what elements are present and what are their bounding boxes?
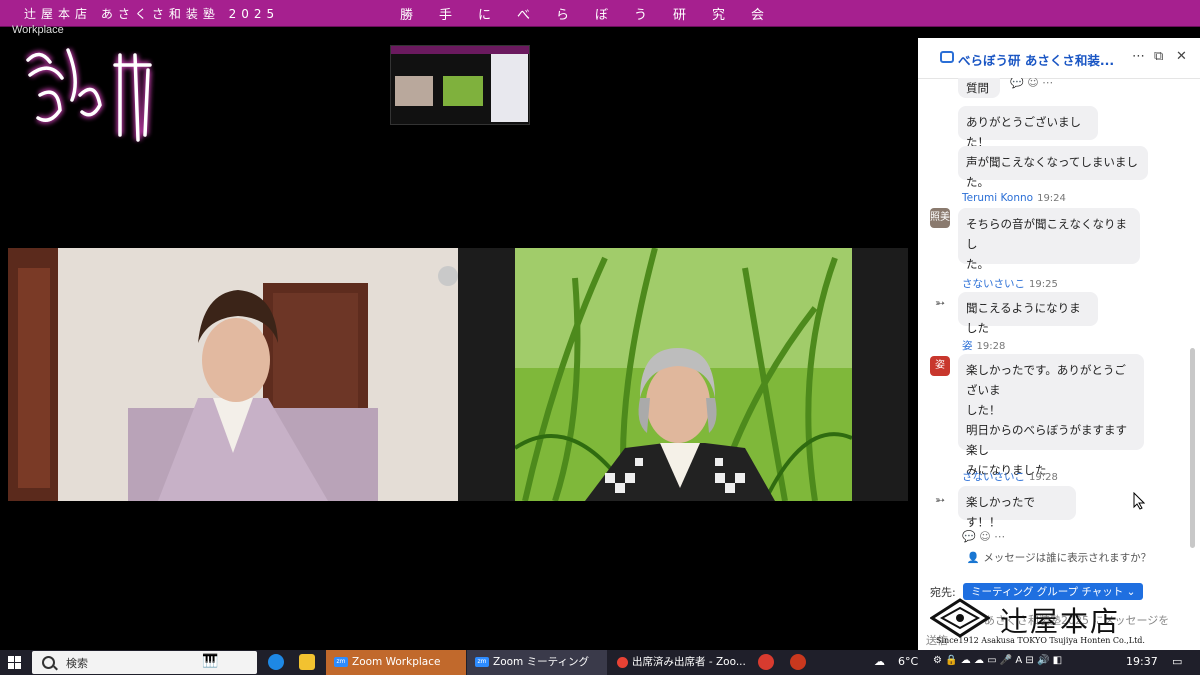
reaction-icons[interactable]: 💬 ☺ ⋯ <box>962 530 1005 543</box>
edge-icon[interactable] <box>268 654 284 670</box>
chat-scrollbar[interactable] <box>1190 348 1195 548</box>
bird-avatar-icon: ➳ <box>934 493 946 507</box>
chat-bubble: 質問 <box>958 78 1000 98</box>
taskbar-app-zoom-meeting[interactable]: zm Zoom ミーティング <box>467 650 607 675</box>
app-icon-red[interactable] <box>758 654 774 670</box>
workplace-label: Workplace <box>12 24 64 36</box>
chat-title: べらぼう研 あさくさ和装... <box>958 53 1115 68</box>
reaction-icons[interactable]: 💬 ☺ ⋯ <box>1010 78 1053 89</box>
thumbnail-chat-panel <box>491 54 528 122</box>
popout-icon[interactable]: ⧉ <box>1154 49 1163 64</box>
powerpoint-icon[interactable] <box>790 654 806 670</box>
message-text: た。 <box>966 257 989 271</box>
tsujiya-watermark: 辻屋本店 Since1912 Asakusa TOKYO Tsujiya Hon… <box>926 596 1196 648</box>
notification-icon[interactable]: ▭ <box>1172 655 1182 668</box>
taskbar-search-box[interactable]: 検索 🎹 <box>32 651 257 674</box>
video-gap-right <box>852 248 908 501</box>
who-can-see-text: メッセージは誰に表示されますか？ <box>983 552 1152 564</box>
avatar: 姿 <box>930 356 950 376</box>
chat-bubble: 楽しかったです。ありがとうございま した！ 明日からのべらぼうがますます楽し み… <box>958 354 1144 477</box>
chat-bubble: 楽しかったです！！ <box>958 486 1076 529</box>
bird-avatar-icon: ➳ <box>934 296 946 310</box>
search-highlight-icon: 🎹 <box>202 654 219 669</box>
message-sender: 姿 19:28 <box>962 340 1006 352</box>
chat-bubble: そちらの音が聞こえなくなりまし た。 <box>958 208 1140 271</box>
search-label: 検索 <box>66 657 88 670</box>
taskbar-app-zoom-workplace[interactable]: zm Zoom Workplace <box>326 650 466 675</box>
thumbnail-video-2 <box>443 76 483 106</box>
beraboken-logo <box>20 40 160 150</box>
message-sender: Terumi Konno 19:24 <box>962 192 1066 204</box>
zoom-icon: zm <box>334 657 348 667</box>
watermark-subtitle: Since1912 Asakusa TOKYO Tsujiya Honten C… <box>936 636 1145 645</box>
participant-video-1[interactable] <box>8 248 458 501</box>
ellipsis-icon[interactable]: ⋯ <box>1132 49 1145 64</box>
people-icon: 👤 <box>966 552 980 564</box>
zoom-icon: zm <box>475 657 489 667</box>
self-view-thumbnail[interactable] <box>390 45 530 125</box>
thumbnail-video-1 <box>395 76 433 106</box>
message-text: 聞こえるようになりました <box>966 301 1081 335</box>
taskbar-app-chrome[interactable]: 出席済み出席者 - Zoo... <box>609 650 749 675</box>
message-sender: さないさいこ 19:28 <box>962 471 1058 483</box>
message-text: ありがとうございました！ <box>966 115 1081 149</box>
chat-bubble: ありがとうございました！ <box>958 106 1098 149</box>
thumbnail-banner <box>391 46 529 54</box>
windows-taskbar: 検索 🎹 zm Zoom Workplace zm Zoom ミーティング 出席済み… <box>0 650 1200 675</box>
message-text: した！ <box>966 403 1001 417</box>
weather-temp: 6°C <box>898 655 919 668</box>
chat-bubble-icon <box>940 51 954 63</box>
close-icon[interactable]: ✕ <box>1176 49 1187 64</box>
search-icon <box>42 656 55 669</box>
avatar: 照美 <box>930 208 950 228</box>
video-gap <box>458 248 515 501</box>
message-text: そちらの音が聞こえなくなりまし <box>966 217 1127 251</box>
message-text: 声が聞こえなくなってしまいました。 <box>966 155 1138 189</box>
banner-left-text: 辻屋本店 あさくさ和装塾 2025 <box>24 7 280 21</box>
taskbar-app-label: 出席済み出席者 - Zoo... <box>632 656 746 668</box>
file-explorer-icon[interactable] <box>299 654 315 670</box>
chat-bubble: 声が聞こえなくなってしまいました。 <box>958 146 1148 189</box>
taskbar-app-label: Zoom Workplace <box>352 656 441 668</box>
message-text: 明日からのべらぼうがますます楽し <box>966 423 1127 457</box>
message-sender: さないさいこ 19:25 <box>962 278 1058 290</box>
taskbar-app-label: Zoom ミーティング <box>493 656 589 668</box>
who-can-see-link[interactable]: 👤 メッセージは誰に表示されますか？ <box>918 550 1200 565</box>
message-text: 楽しかったです！！ <box>966 495 1035 529</box>
chat-message-list[interactable]: 質問 💬 ☺ ⋯ ありがとうございました！ 声が聞こえなくなってしまいました。 … <box>918 78 1188 578</box>
chat-bubble: 聞こえるようになりました <box>958 292 1098 335</box>
watermark-name: 辻屋本店 <box>1000 605 1121 638</box>
message-text: 楽しかったです。ありがとうございま <box>966 363 1126 397</box>
windows-start-icon[interactable] <box>8 656 21 669</box>
participant-video-2[interactable] <box>515 248 852 501</box>
banner-center-text: 勝手にべらぼう研究会 <box>400 8 791 23</box>
tsujiya-crest-icon <box>930 598 990 638</box>
event-banner: 辻屋本店 あさくさ和装塾 2025 勝手にべらぼう研究会 <box>0 0 1200 27</box>
chrome-icon <box>617 656 628 668</box>
message-text: 質問 <box>966 81 989 95</box>
weather-icon[interactable]: ☁ <box>874 655 885 668</box>
tray-icons[interactable]: ⚙ 🔒 ☁ ☁ ▭ 🎤 A ⊟ 🔊 ◧ <box>933 655 1062 666</box>
chat-panel: べらぼう研 あさくさ和装... ⋯ ⧉ ✕ 質問 💬 ☺ ⋯ ありがとうございま… <box>918 38 1200 650</box>
taskbar-clock: 19:37 <box>1126 655 1158 668</box>
chat-header: べらぼう研 あさくさ和装... ⋯ ⧉ ✕ <box>918 38 1200 79</box>
